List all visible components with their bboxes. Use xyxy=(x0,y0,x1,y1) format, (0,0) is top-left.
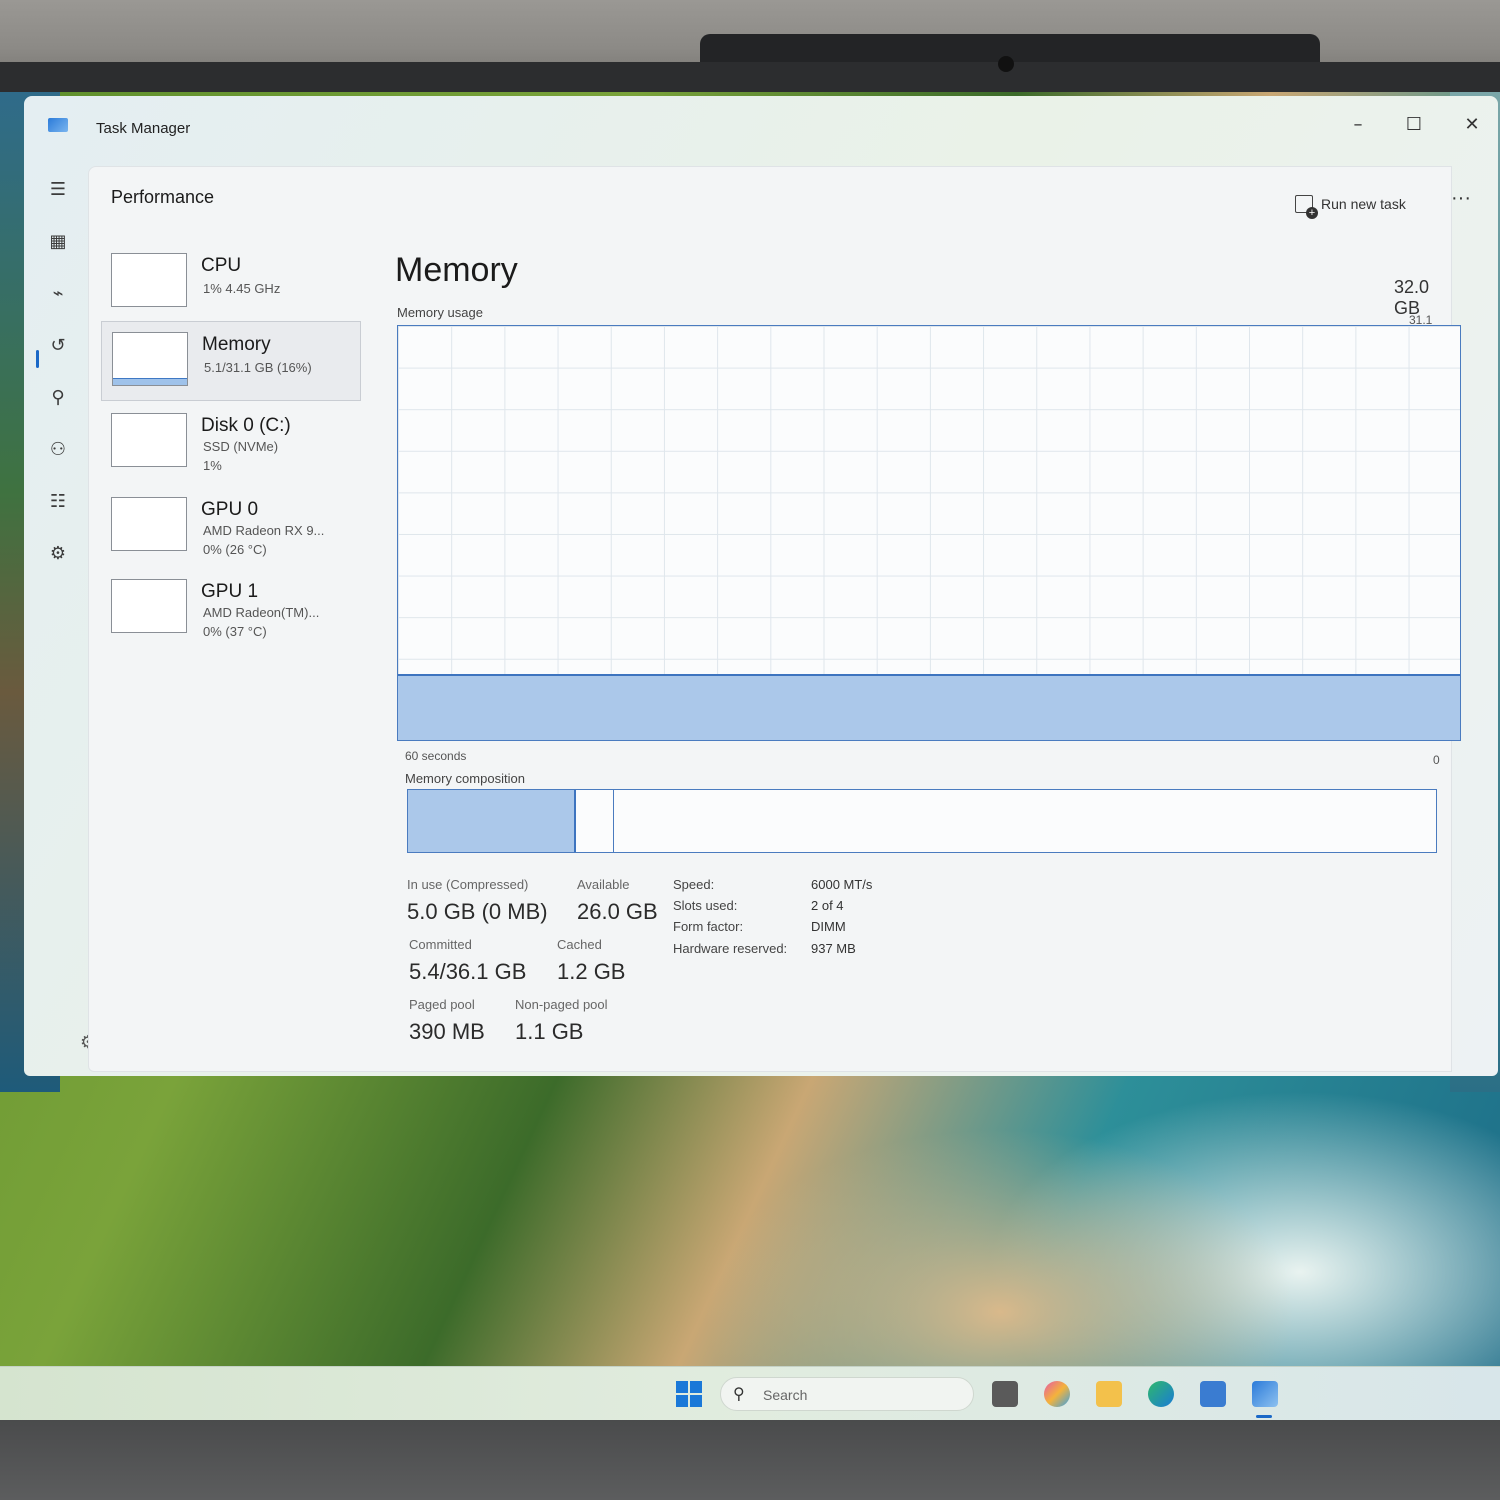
close-icon: ✕ xyxy=(1464,114,1480,135)
startup-apps-icon[interactable]: ⚲ xyxy=(42,382,74,414)
slots-used-label: Slots used: xyxy=(673,898,738,913)
in-use-label: In use (Compressed) xyxy=(407,877,529,892)
form-factor-label: Form factor: xyxy=(673,919,744,934)
non-paged-pool-label: Non-paged pool xyxy=(515,997,608,1012)
memory-usage-area xyxy=(398,673,1460,740)
run-new-task-button[interactable]: Run new task xyxy=(1295,195,1406,219)
copilot-icon[interactable] xyxy=(1044,1381,1070,1407)
more-options-button[interactable]: ··· xyxy=(1451,187,1471,210)
task-view-icon[interactable] xyxy=(992,1381,1018,1407)
resource-detail-2: 1% xyxy=(203,458,222,473)
memory-heading: Memory xyxy=(395,251,518,289)
run-task-icon xyxy=(1295,195,1318,219)
composition-modified-segment xyxy=(576,790,614,852)
monitor-bezel-bottom xyxy=(0,1420,1500,1500)
task-manager-window: Task Manager – ☐ ✕ ☰ ▦ ⌁ ↺ ⚲ ⚇ ☷ ⚙ ⚙ Per… xyxy=(24,96,1498,1076)
in-use-value: 5.0 GB (0 MB) xyxy=(407,899,548,924)
resource-gpu-1[interactable]: GPU 1 AMD Radeon(TM)... 0% (37 °C) xyxy=(101,569,361,649)
form-factor-value: DIMM xyxy=(811,919,846,934)
processes-icon[interactable]: ▦ xyxy=(42,226,74,258)
slots-used-value: 2 of 4 xyxy=(811,898,844,913)
cpu-thumbnail-graph xyxy=(111,253,187,307)
webcam-lens xyxy=(998,56,1014,72)
resource-name: GPU 0 xyxy=(201,499,259,520)
resource-memory[interactable]: Memory 5.1/31.1 GB (16%) xyxy=(101,321,361,401)
resource-name: Memory xyxy=(202,334,271,355)
active-nav-indicator xyxy=(36,350,39,368)
navigation-rail: ☰ ▦ ⌁ ↺ ⚲ ⚇ ☷ ⚙ xyxy=(24,158,88,1076)
gpu1-thumbnail-graph xyxy=(111,579,187,633)
run-new-task-label: Run new task xyxy=(1321,196,1406,212)
paged-pool-label: Paged pool xyxy=(409,997,475,1012)
memory-composition-label: Memory composition xyxy=(405,771,525,786)
hamburger-menu-icon[interactable]: ☰ xyxy=(42,174,74,206)
close-button[interactable]: ✕ xyxy=(1452,110,1492,140)
resource-detail: AMD Radeon RX 9... xyxy=(203,523,325,538)
committed-label: Committed xyxy=(409,937,472,952)
composition-in-use-segment xyxy=(408,790,576,852)
resource-name: GPU 1 xyxy=(201,581,259,602)
graph-time-span: 60 seconds xyxy=(405,749,467,763)
maximize-button[interactable]: ☐ xyxy=(1394,110,1434,140)
task-manager-app-icon xyxy=(48,118,68,132)
graph-time-zero: 0 xyxy=(1433,753,1440,767)
resource-name: CPU xyxy=(201,255,242,276)
performance-icon[interactable]: ⌁ xyxy=(42,278,74,310)
search-icon: ⚲ xyxy=(733,1384,745,1403)
non-paged-pool-value: 1.1 GB xyxy=(515,1019,584,1044)
minimize-icon: – xyxy=(1353,114,1363,135)
users-icon[interactable]: ⚇ xyxy=(42,434,74,466)
paged-pool-value: 390 MB xyxy=(409,1019,485,1044)
memory-usage-graph xyxy=(397,325,1461,741)
disk-thumbnail-graph xyxy=(111,413,187,467)
window-title: Task Manager xyxy=(96,120,191,137)
resource-detail: 1% 4.45 GHz xyxy=(203,281,281,296)
search-placeholder: Search xyxy=(763,1387,808,1403)
resource-detail-2: 0% (26 °C) xyxy=(203,542,267,557)
page-title: Performance xyxy=(111,187,215,207)
taskbar: ⚲ Search xyxy=(0,1366,1500,1420)
memory-thumbnail-graph xyxy=(112,332,188,386)
resource-name: Disk 0 (C:) xyxy=(201,415,291,436)
start-menu-icon[interactable] xyxy=(676,1381,702,1407)
hardware-reserved-label: Hardware reserved: xyxy=(673,941,788,956)
performance-panel: Performance Run new task ··· CPU 1% 4.45… xyxy=(88,166,1471,1072)
memory-composition-bar xyxy=(407,789,1437,853)
available-label: Available xyxy=(577,877,630,892)
file-explorer-icon[interactable] xyxy=(1096,1381,1122,1407)
available-value: 26.0 GB xyxy=(577,899,658,924)
minimize-button[interactable]: – xyxy=(1338,110,1378,140)
cached-label: Cached xyxy=(557,937,602,952)
resource-detail: SSD (NVMe) xyxy=(203,439,279,454)
gpu0-thumbnail-graph xyxy=(111,497,187,551)
resource-detail-2: 0% (37 °C) xyxy=(203,624,267,639)
memory-thumbnail-fill xyxy=(113,378,187,385)
resource-detail: 5.1/31.1 GB (16%) xyxy=(204,360,312,375)
resource-gpu-0[interactable]: GPU 0 AMD Radeon RX 9... 0% (26 °C) xyxy=(101,487,361,567)
details-icon[interactable]: ☷ xyxy=(42,486,74,518)
speed-label: Speed: xyxy=(673,877,715,892)
resource-disk-0[interactable]: Disk 0 (C:) SSD (NVMe) 1% xyxy=(101,403,361,483)
edge-icon[interactable] xyxy=(1148,1381,1174,1407)
hardware-reserved-value: 937 MB xyxy=(811,941,856,956)
store-icon[interactable] xyxy=(1200,1381,1226,1407)
resource-detail: AMD Radeon(TM)... xyxy=(203,605,320,620)
active-app-indicator xyxy=(1256,1415,1272,1418)
taskbar-search-box[interactable]: ⚲ Search xyxy=(720,1377,974,1411)
committed-value: 5.4/36.1 GB xyxy=(409,959,527,984)
resource-cpu[interactable]: CPU 1% 4.45 GHz xyxy=(101,243,361,323)
memory-usage-label: Memory usage xyxy=(397,305,483,320)
cached-value: 1.2 GB xyxy=(557,959,626,984)
speed-value: 6000 MT/s xyxy=(811,877,873,892)
task-manager-icon[interactable] xyxy=(1252,1381,1278,1407)
title-bar[interactable]: Task Manager – ☐ ✕ xyxy=(24,96,1498,158)
maximize-icon: ☐ xyxy=(1405,114,1423,135)
services-icon[interactable]: ⚙ xyxy=(42,538,74,570)
app-history-icon[interactable]: ↺ xyxy=(42,330,74,362)
